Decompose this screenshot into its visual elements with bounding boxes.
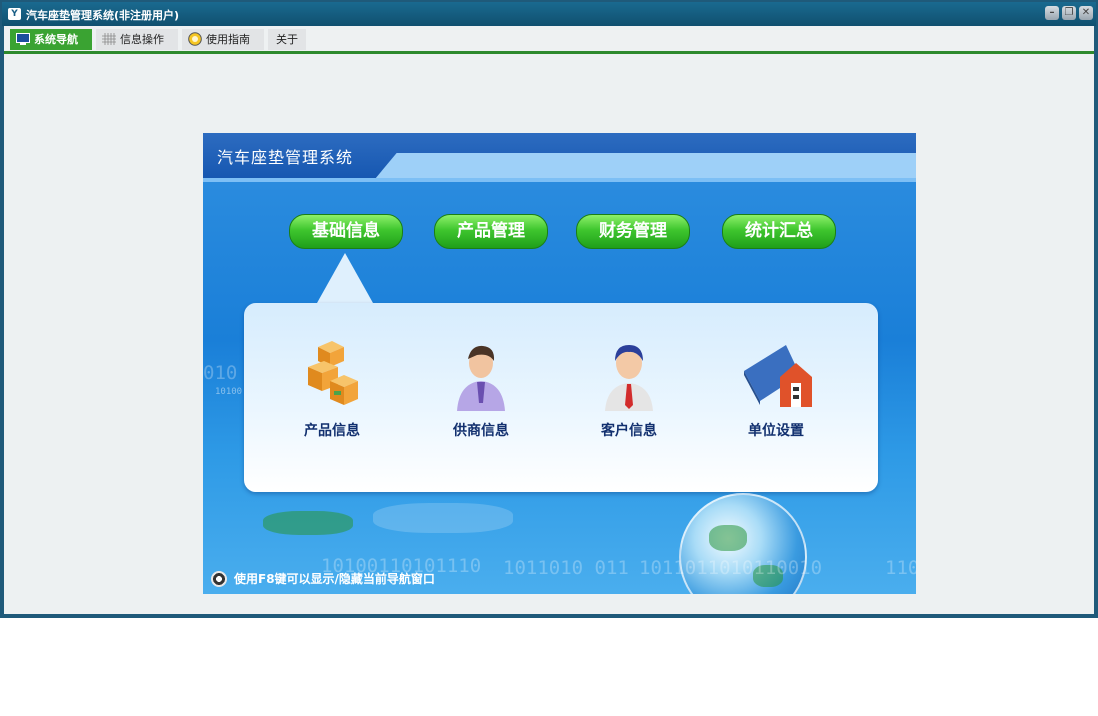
- supplier-person-icon: [457, 345, 505, 411]
- navigation-panel: 汽车座垫管理系统 基础信息 产品管理 财务管理 统计汇总 010 10100 产…: [203, 133, 916, 594]
- item-label: 客户信息: [601, 423, 657, 439]
- tab-label: 使用指南: [206, 33, 250, 46]
- tab-user-guide[interactable]: 使用指南: [182, 29, 264, 50]
- tab-info-operation[interactable]: 信息操作: [96, 29, 178, 50]
- world-map-decoration: [263, 511, 353, 535]
- tab-label: 系统导航: [34, 33, 78, 46]
- navigation-hint: 使用F8键可以显示/隐藏当前导航窗口: [234, 572, 435, 586]
- nav-title: 汽车座垫管理系统: [217, 148, 354, 167]
- app-icon: Y: [8, 8, 21, 20]
- customer-info-item[interactable]: 客户信息: [579, 341, 679, 441]
- customer-person-icon: [605, 345, 653, 411]
- item-label: 供商信息: [453, 423, 509, 439]
- tab-system-navigation[interactable]: 系统导航: [10, 29, 92, 50]
- world-map-decoration: [373, 503, 513, 533]
- globe-continent: [709, 525, 747, 551]
- hint-icon: [211, 571, 227, 587]
- product-management-button[interactable]: 产品管理: [434, 214, 548, 249]
- unit-settings-item[interactable]: 单位设置: [726, 341, 826, 441]
- grid-icon: [102, 33, 116, 45]
- nav-header-accent: [375, 153, 916, 179]
- tab-label: 信息操作: [120, 33, 164, 46]
- item-label: 单位设置: [748, 423, 804, 439]
- item-label: 产品信息: [304, 423, 360, 439]
- help-icon: [188, 32, 202, 46]
- window-title: 汽车座垫管理系统(非注册用户): [26, 9, 180, 22]
- submenu-card: 产品信息 供商信息 客户信息 单位设置: [244, 303, 878, 492]
- tab-label: 关于: [276, 33, 298, 46]
- statistics-summary-button[interactable]: 统计汇总: [722, 214, 836, 249]
- main-window: Y 汽车座垫管理系统(非注册用户) – ❐ ✕ 系统导航 信息操作 使用指南 关…: [0, 0, 1098, 618]
- tab-about[interactable]: 关于: [268, 29, 306, 50]
- building-icon: [744, 345, 812, 407]
- title-bar[interactable]: Y 汽车座垫管理系统(非注册用户) – ❐ ✕: [2, 2, 1096, 26]
- content-area: 汽车座垫管理系统 基础信息 产品管理 财务管理 统计汇总 010 10100 产…: [4, 54, 1094, 614]
- selection-pointer: [317, 253, 373, 303]
- monitor-icon: [16, 33, 30, 45]
- close-button[interactable]: ✕: [1079, 6, 1093, 20]
- background-binary-text: 110: [885, 557, 916, 579]
- background-binary-text: 1011010 011: [503, 557, 629, 579]
- background-binary-text: 10100: [215, 387, 243, 397]
- restore-button[interactable]: ❐: [1062, 6, 1076, 20]
- finance-management-button[interactable]: 财务管理: [576, 214, 690, 249]
- product-info-item[interactable]: 产品信息: [282, 341, 382, 441]
- tab-bar: 系统导航 信息操作 使用指南 关于: [4, 26, 1094, 54]
- boxes-icon: [308, 341, 358, 405]
- supplier-info-item[interactable]: 供商信息: [431, 341, 531, 441]
- minimize-button[interactable]: –: [1045, 6, 1059, 20]
- background-binary-text: 010: [203, 362, 238, 384]
- nav-header-divider: [203, 178, 916, 182]
- background-binary-text: 1011011010110010: [639, 557, 823, 579]
- basic-info-button[interactable]: 基础信息: [289, 214, 403, 249]
